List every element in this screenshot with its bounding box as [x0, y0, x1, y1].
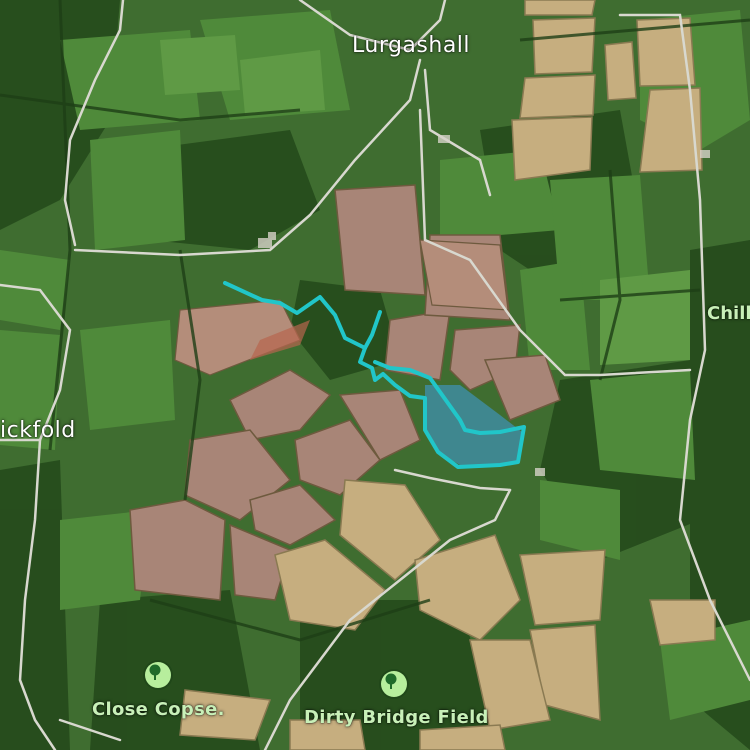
place-label-chill: Chill — [707, 303, 750, 324]
place-label-lurgashall: Lurgashall — [352, 33, 471, 58]
tree-icon — [149, 664, 161, 680]
tree-icon — [385, 673, 397, 689]
poi-label-dirty-bridge-field[interactable]: Dirty Bridge Field — [304, 707, 489, 728]
map-view[interactable]: Lurgashall ickfold Chill Close Copse. Di… — [0, 0, 750, 750]
satellite-imagery — [0, 0, 750, 750]
poi-label-close-copse[interactable]: Close Copse. — [92, 699, 225, 720]
place-label-fickfold: ickfold — [0, 418, 76, 443]
poi-marker-dirty-bridge-field[interactable] — [381, 671, 407, 697]
poi-marker-close-copse[interactable] — [145, 662, 171, 688]
